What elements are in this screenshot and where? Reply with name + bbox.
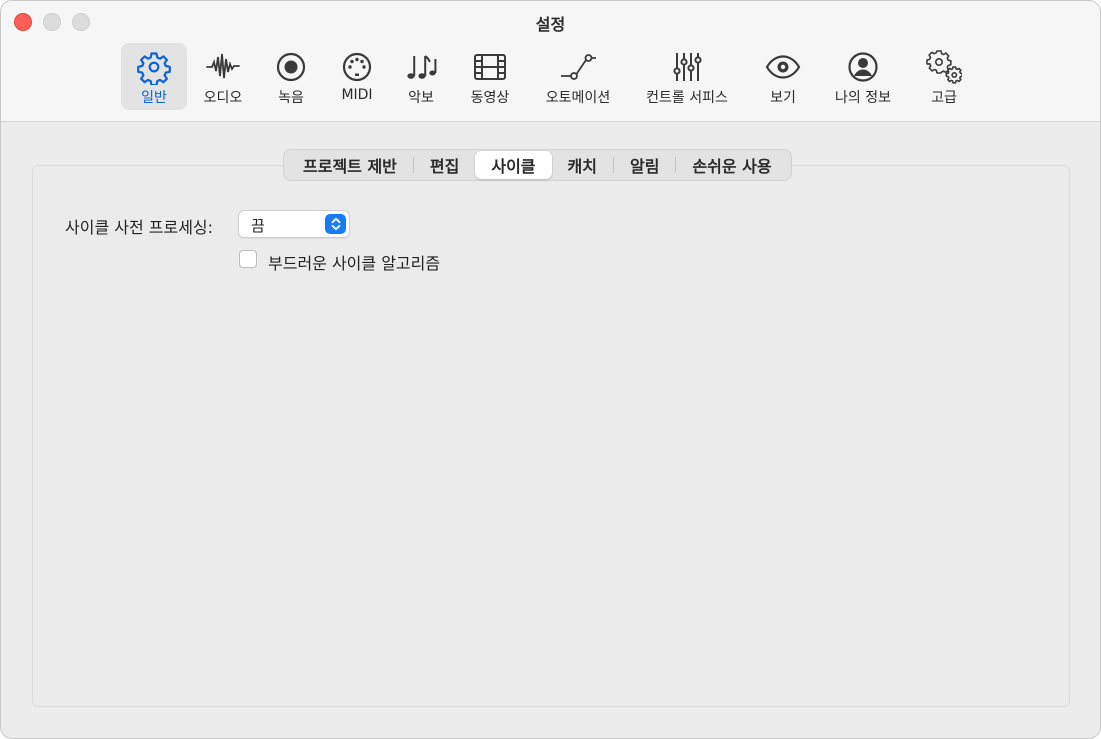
- toolbar-item-midi[interactable]: MIDI: [329, 43, 385, 110]
- toolbar-label: 오디오: [203, 90, 243, 106]
- gears-icon: [924, 47, 964, 87]
- gear-icon: [134, 47, 174, 87]
- toolbar-item-movie[interactable]: 동영상: [461, 43, 519, 110]
- toolbar-label: 오토메이션: [545, 90, 611, 106]
- toolbar-item-my-info[interactable]: 나의 정보: [827, 43, 899, 110]
- settings-panel: [32, 165, 1070, 707]
- tab-notifications[interactable]: 알림: [614, 151, 675, 179]
- smooth-cycle-label: 부드러운 사이클 알고리즘: [268, 254, 441, 273]
- record-icon: [271, 47, 311, 87]
- toolbar-label: 보기: [770, 90, 796, 106]
- popup-value: 끔: [251, 217, 265, 235]
- toolbar-item-view[interactable]: 보기: [755, 43, 811, 110]
- music-notes-icon: [401, 47, 441, 87]
- film-icon: [470, 47, 510, 87]
- toolbar-label: 일반: [141, 90, 167, 106]
- sliders-icon: [667, 47, 707, 87]
- tab-accessibility[interactable]: 손쉬운 사용: [676, 151, 787, 179]
- toolbar: 설정 일반 오디오 녹음 MIDI 악보 동영상 오토메이션 컨트롤 서피스 보…: [1, 1, 1100, 122]
- waveform-icon: [203, 47, 243, 87]
- toolbar-item-record[interactable]: 녹음: [263, 43, 319, 110]
- toolbar-label: 컨트롤 서피스: [646, 90, 728, 106]
- chevron-up-down-icon: [325, 214, 346, 234]
- toolbar-label: 녹음: [278, 90, 304, 106]
- person-circle-icon: [843, 47, 883, 87]
- midi-port-icon: [337, 47, 377, 87]
- toolbar-item-control-surfaces[interactable]: 컨트롤 서피스: [637, 43, 737, 110]
- cycle-preprocess-popup[interactable]: 끔: [238, 210, 350, 238]
- toolbar-item-automation[interactable]: 오토메이션: [537, 43, 619, 110]
- tab-catch[interactable]: 캐치: [552, 151, 613, 179]
- tab-bar: 프로젝트 제반 편집 사이클 캐치 알림 손쉬운 사용: [283, 149, 792, 181]
- toolbar-item-audio[interactable]: 오디오: [195, 43, 251, 110]
- toolbar-label: 나의 정보: [835, 90, 891, 106]
- tab-editing[interactable]: 편집: [414, 151, 475, 179]
- cycle-preprocess-label: 사이클 사전 프로세싱:: [65, 218, 214, 237]
- tab-project-handling[interactable]: 프로젝트 제반: [287, 151, 413, 179]
- toolbar-label: MIDI: [341, 87, 373, 103]
- window-title: 설정: [535, 15, 566, 34]
- automation-curve-icon: [558, 47, 598, 87]
- toolbar-label: 악보: [408, 90, 434, 106]
- toolbar-item-general[interactable]: 일반: [121, 43, 187, 110]
- eye-icon: [763, 47, 803, 87]
- toolbar-item-score[interactable]: 악보: [393, 43, 449, 110]
- smooth-cycle-checkbox[interactable]: [239, 250, 257, 268]
- settings-window: 설정 일반 오디오 녹음 MIDI 악보 동영상 오토메이션 컨트롤 서피스 보…: [0, 0, 1101, 739]
- tab-cycle[interactable]: 사이클: [475, 151, 552, 179]
- toolbar-label: 동영상: [470, 90, 510, 106]
- toolbar-item-advanced[interactable]: 고급: [915, 43, 973, 110]
- toolbar-label: 고급: [931, 90, 957, 106]
